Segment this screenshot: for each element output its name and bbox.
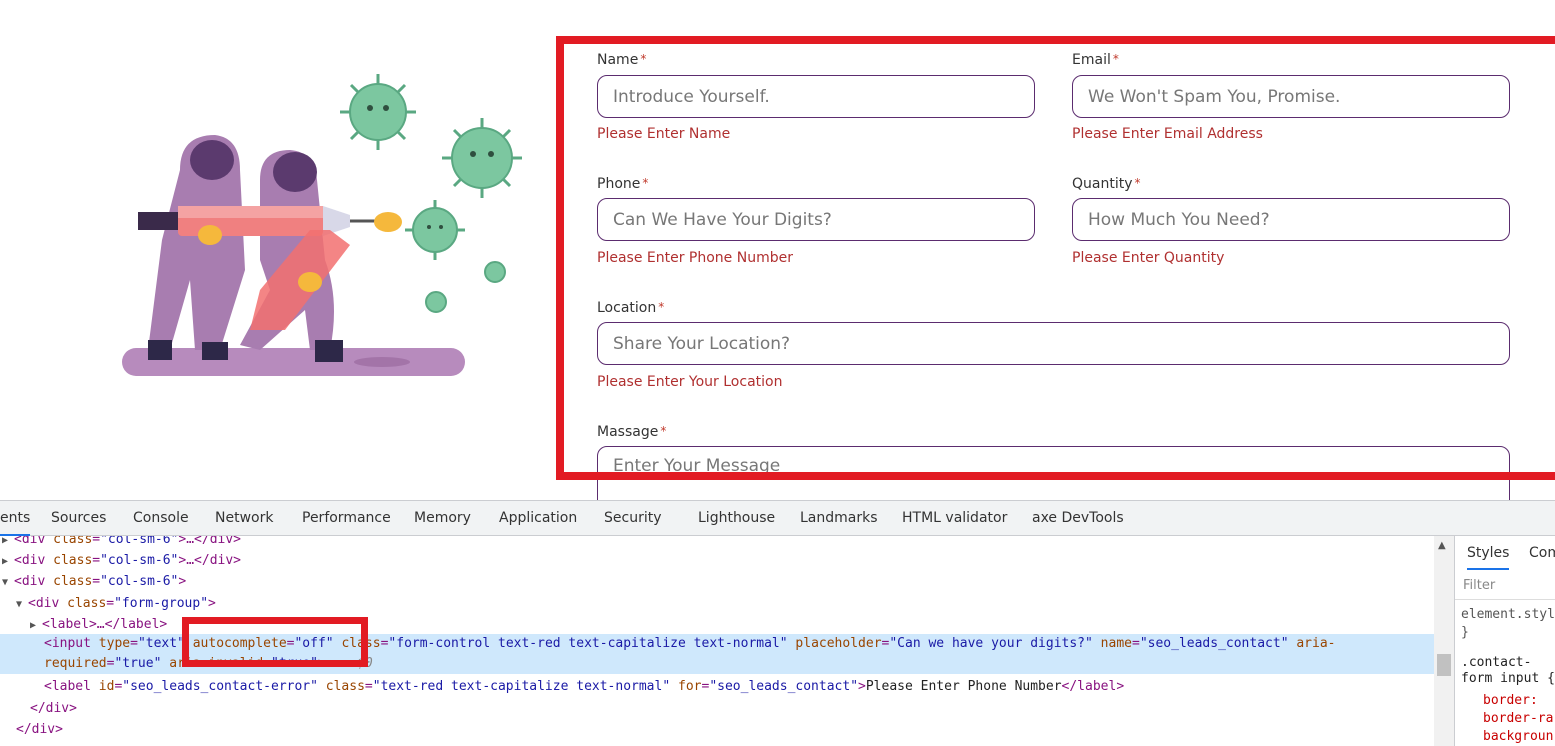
style-rule-line: element.styl (1461, 607, 1555, 622)
phone-label: Phone * (597, 176, 648, 192)
dom-node[interactable]: ▶ <label>…</label> (0, 614, 1434, 635)
styles-pane: Styles Com Filter element.styl } .contac… (1454, 536, 1555, 746)
tab-computed[interactable]: Com (1529, 536, 1555, 570)
name-label-text: Name (597, 52, 639, 68)
dom-node[interactable]: </div> (0, 719, 1434, 740)
dom-node[interactable]: ▼ <div class="col-sm-6"> (0, 571, 1434, 592)
location-error: Please Enter Your Location (597, 374, 783, 390)
name-label: Name * (597, 52, 646, 68)
scroll-up-arrow-icon[interactable]: ▲ (1438, 540, 1446, 551)
tab-application[interactable]: Application (499, 501, 577, 536)
styles-filter-input[interactable]: Filter (1455, 572, 1555, 600)
tab-security[interactable]: Security (604, 501, 662, 536)
tab-styles[interactable]: Styles (1467, 536, 1510, 570)
devtools-tab-bar: ents Sources Console Network Performance… (0, 501, 1555, 536)
collapse-triangle-icon[interactable]: ▼ (16, 594, 28, 615)
tab-console[interactable]: Console (133, 501, 189, 536)
tab-axe-devtools[interactable]: axe DevTools (1032, 501, 1124, 536)
dom-node[interactable]: ▶ <div class="col-sm-6">…</div> (0, 536, 1434, 550)
tab-lighthouse[interactable]: Lighthouse (698, 501, 775, 536)
message-textarea[interactable] (597, 446, 1510, 500)
quantity-label: Quantity * (1072, 176, 1141, 192)
virus-icon (349, 83, 513, 313)
email-label: Email * (1072, 52, 1119, 68)
expand-triangle-icon[interactable]: ▶ (30, 615, 42, 636)
dom-node[interactable]: <label id="seo_leads_contact-error" clas… (0, 676, 1434, 697)
tab-network[interactable]: Network (215, 501, 273, 536)
web-page: Name* Please Enter Name Email* Please En… (0, 0, 1555, 500)
virus-fighters-illustration (122, 74, 522, 376)
dom-tree-scrollbar[interactable]: ▲ (1434, 536, 1454, 746)
email-label-text: Email (1072, 52, 1111, 68)
style-property[interactable]: border: (1483, 692, 1538, 710)
location-label: Location * (597, 300, 664, 316)
message-label: Massage * (597, 424, 666, 440)
quantity-input[interactable] (1072, 198, 1510, 241)
phone-input[interactable] (597, 198, 1035, 241)
tab-sources[interactable]: Sources (51, 501, 106, 536)
tab-html-validator[interactable]: HTML validator (902, 501, 1007, 536)
tab-elements[interactable]: ents (0, 501, 31, 536)
email-error: Please Enter Email Address (1072, 126, 1263, 142)
style-property[interactable]: backgroun (1483, 728, 1553, 746)
required-mark: * (642, 176, 649, 190)
name-error: Please Enter Name (597, 126, 731, 142)
name-input[interactable] (597, 75, 1035, 118)
phone-error: Please Enter Phone Number (597, 250, 793, 266)
phone-label-text: Phone (597, 176, 641, 192)
collapse-triangle-icon[interactable]: ▼ (2, 572, 14, 593)
dom-node[interactable]: ▼ <div class="form-group"> (0, 593, 1434, 614)
location-input[interactable] (597, 322, 1510, 365)
dom-node[interactable]: ▶ <div class="col-sm-6">…</div> (0, 550, 1434, 571)
expand-triangle-icon[interactable]: ▶ (2, 551, 14, 572)
style-rule-line: } (1461, 625, 1469, 640)
required-mark: * (658, 300, 665, 314)
dom-node[interactable]: </div> (0, 698, 1434, 719)
required-mark: * (660, 424, 667, 438)
message-label-text: Massage (597, 424, 659, 440)
required-mark: * (1134, 176, 1141, 190)
quantity-label-text: Quantity (1072, 176, 1133, 192)
quantity-error: Please Enter Quantity (1072, 250, 1225, 266)
tab-memory[interactable]: Memory (414, 501, 471, 536)
dom-node-selected[interactable]: <input type="text" autocomplete="off" cl… (0, 634, 1434, 674)
tab-performance[interactable]: Performance (302, 501, 391, 536)
devtools-panel: ents Sources Console Network Performance… (0, 500, 1555, 746)
style-property[interactable]: border-ra (1483, 710, 1553, 728)
dom-tree: ▶ <div class="col-sm-6">…</div> ▶ <div cla… (0, 536, 1434, 746)
email-input[interactable] (1072, 75, 1510, 118)
scrollbar-thumb[interactable] (1437, 654, 1451, 676)
style-rule-line: form input { (1461, 671, 1555, 686)
location-label-text: Location (597, 300, 657, 316)
required-mark: * (1112, 52, 1119, 66)
expand-triangle-icon[interactable]: ▶ (2, 536, 14, 551)
required-mark: * (640, 52, 647, 66)
tab-landmarks[interactable]: Landmarks (800, 501, 878, 536)
